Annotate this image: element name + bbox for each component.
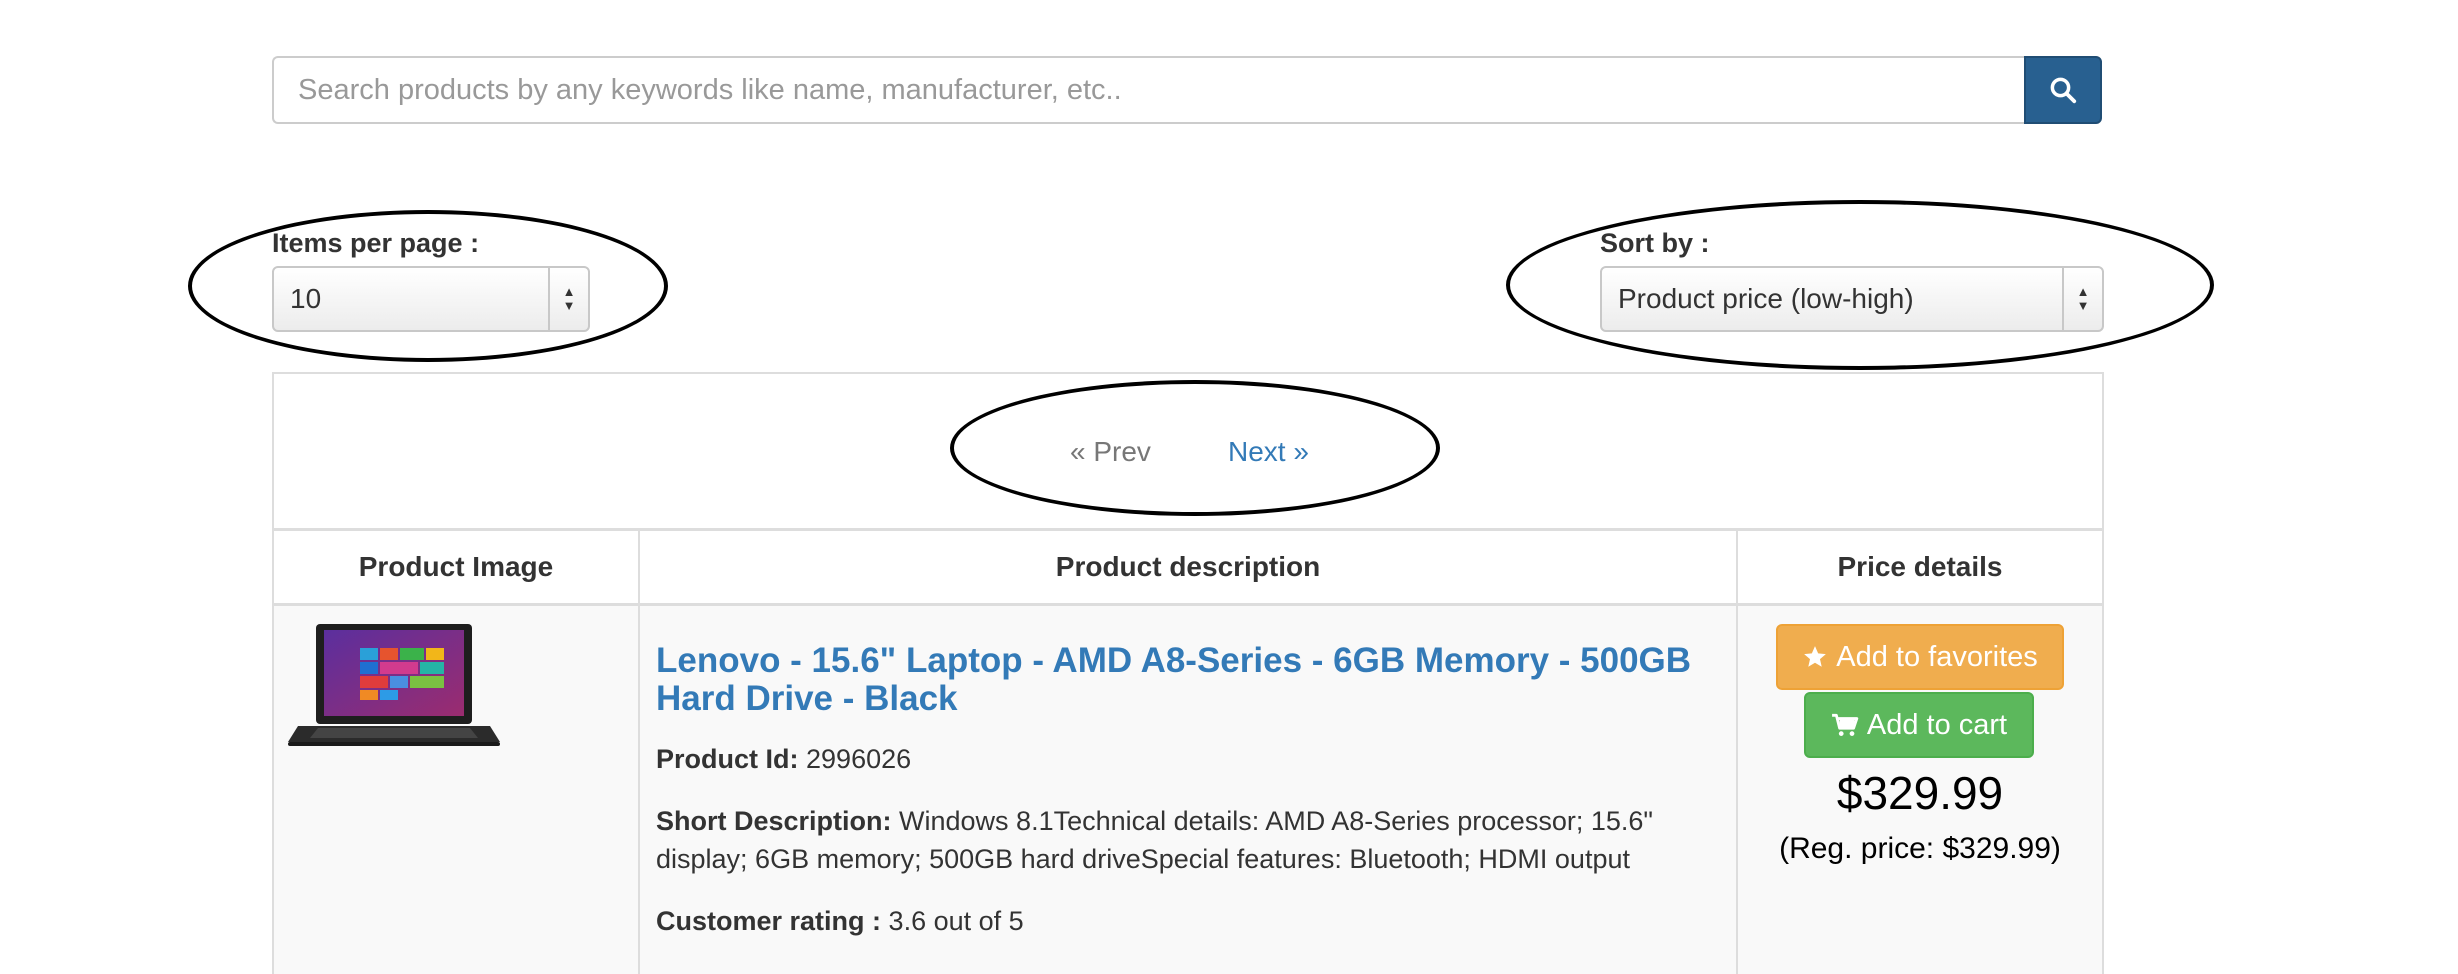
star-icon [1802, 644, 1828, 670]
customer-rating-value: 3.6 out of 5 [888, 906, 1024, 936]
table-header: Product Image Product description Price … [274, 531, 2102, 606]
next-page-link[interactable]: Next » [1228, 436, 1309, 468]
items-per-page-label: Items per page : [272, 228, 480, 258]
product-id-value: 2996026 [806, 744, 912, 774]
items-per-page-value: 10 [290, 283, 322, 314]
updown-arrows-icon: ▲ ▼ [548, 268, 588, 330]
product-image-cell [274, 606, 640, 974]
search-bar [272, 56, 2102, 124]
sort-by-value: Product price (low-high) [1618, 283, 1914, 314]
products-table: « Prev Next » Product Image Product desc… [272, 372, 2104, 974]
prev-page-link[interactable]: « Prev [1070, 436, 1151, 468]
laptop-image[interactable] [288, 622, 500, 752]
pager: « Prev Next » [274, 374, 2102, 531]
add-to-favorites-button[interactable]: Add to favorites [1776, 624, 2064, 690]
search-button[interactable] [2024, 56, 2102, 124]
header-product-description: Product description [640, 531, 1738, 603]
short-description: Short Description: Windows 8.1Technical … [656, 802, 1716, 878]
header-product-image: Product Image [274, 531, 640, 603]
customer-rating-label: Customer rating : [656, 906, 882, 936]
regular-price: (Reg. price: $329.99) [1779, 832, 2061, 865]
customer-rating: Customer rating : 3.6 out of 5 [656, 902, 1716, 940]
table-row: Lenovo - 15.6" Laptop - AMD A8-Series - … [274, 606, 2102, 974]
search-input[interactable] [272, 56, 2024, 124]
product-id: Product Id: 2996026 [656, 740, 1716, 778]
short-description-label: Short Description: [656, 806, 892, 836]
add-to-favorites-label: Add to favorites [1836, 640, 2038, 673]
product-search-page: Items per page : 10 ▲▼ Sort by : Product… [0, 0, 2458, 974]
sort-by-label: Sort by : [1600, 228, 1710, 258]
updown-arrows-icon: ▲ ▼ [2062, 268, 2102, 330]
items-per-page-select[interactable]: 10 ▲ ▼ [272, 266, 590, 332]
add-to-cart-label: Add to cart [1866, 708, 2008, 741]
product-id-label: Product Id: [656, 744, 799, 774]
header-price-details: Price details [1837, 551, 2003, 582]
price-details-cell: Add to favorites Add to cart $329.99 (Re… [1738, 606, 2102, 974]
product-title-link[interactable]: Lenovo - 15.6" Laptop - AMD A8-Series - … [656, 642, 1696, 718]
price: $329.99 [1836, 767, 2004, 819]
search-icon [2050, 77, 2077, 104]
product-description-cell: Lenovo - 15.6" Laptop - AMD A8-Series - … [640, 606, 1738, 974]
add-to-cart-button[interactable]: Add to cart [1804, 692, 2034, 758]
sort-by-select[interactable]: Product price (low-high) ▲ ▼ [1600, 266, 2104, 332]
cart-icon [1831, 712, 1859, 738]
